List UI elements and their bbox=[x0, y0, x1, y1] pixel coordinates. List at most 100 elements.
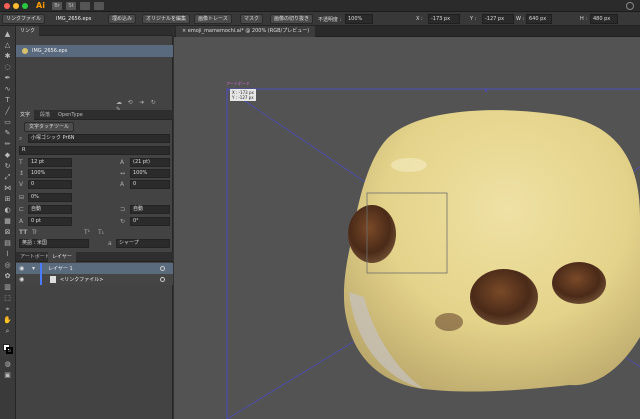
y-input[interactable]: -127 px bbox=[482, 14, 514, 24]
document-tab[interactable]: × emoji_mamemochi.ai* @ 200% (RGB/プレビュー) bbox=[176, 26, 316, 37]
image-trace-button[interactable]: 画像トレース bbox=[194, 14, 232, 24]
eyedropper-tool-icon[interactable]: ⌇ bbox=[3, 250, 12, 259]
font-family-select[interactable]: 小塚ゴシック Pr6N bbox=[28, 134, 170, 143]
selection-tool-icon[interactable]: ▲ bbox=[3, 30, 12, 39]
pen-tool-icon[interactable]: ✒ bbox=[3, 74, 12, 83]
mask-button[interactable]: マスク bbox=[240, 14, 264, 24]
layer-row[interactable]: ◉ ▾ レイヤー 1 bbox=[16, 263, 173, 274]
eye-icon[interactable]: ◉ bbox=[19, 265, 26, 272]
close-window-button[interactable] bbox=[4, 3, 10, 9]
rotate-tool-icon[interactable]: ↻ bbox=[3, 162, 12, 171]
tsume-input[interactable]: 0% bbox=[28, 193, 72, 202]
x-input[interactable]: -173 px bbox=[428, 14, 460, 24]
document-tab-title: emoji_mamemochi.ai* @ 200% (RGB/プレビュー) bbox=[187, 28, 310, 34]
superscript-button[interactable]: T¹ bbox=[84, 228, 90, 237]
mesh-tool-icon[interactable]: ⊠ bbox=[3, 228, 12, 237]
tracking-input[interactable]: 0 bbox=[130, 180, 170, 189]
antialias-select[interactable]: シャープ bbox=[116, 239, 170, 248]
workspace-icon[interactable] bbox=[80, 2, 90, 10]
small-caps-button[interactable]: Tr bbox=[32, 228, 37, 237]
aki-left-select[interactable]: 自動 bbox=[28, 205, 72, 214]
lasso-tool-icon[interactable]: ◌ bbox=[3, 63, 12, 72]
width-tool-icon[interactable]: ⋈ bbox=[3, 184, 12, 193]
arrange-icon[interactable] bbox=[94, 2, 104, 10]
search-icon[interactable] bbox=[626, 2, 634, 10]
slice-tool-icon[interactable]: ⌖ bbox=[3, 305, 12, 314]
layer-row[interactable]: ◉ <リンクファイル> bbox=[16, 274, 173, 285]
linked-filename[interactable]: IMG_2656.eps bbox=[56, 16, 91, 22]
go-to-link-icon[interactable]: ➜ bbox=[139, 99, 146, 106]
embed-button[interactable]: 埋め込み bbox=[108, 14, 137, 24]
relink-icon[interactable]: ⟲ bbox=[128, 99, 135, 106]
gradient-tool-icon[interactable]: ▤ bbox=[3, 239, 12, 248]
symbol-sprayer-tool-icon[interactable]: ✿ bbox=[3, 272, 12, 281]
rectangle-tool-icon[interactable]: ▭ bbox=[3, 118, 12, 127]
w-input[interactable]: 640 px bbox=[526, 14, 552, 24]
paintbrush-tool-icon[interactable]: ✎ bbox=[3, 129, 12, 138]
h-input[interactable]: 480 px bbox=[590, 14, 618, 24]
leading-input[interactable]: (21 pt) bbox=[130, 158, 170, 167]
baseline-shift-input[interactable]: 0 pt bbox=[28, 217, 72, 226]
hand-tool-icon[interactable]: ✋ bbox=[3, 316, 12, 325]
type-tool-icon[interactable]: T bbox=[3, 96, 12, 105]
mochi-highlight bbox=[391, 158, 427, 172]
line-tool-icon[interactable]: ╱ bbox=[3, 107, 12, 116]
zoom-window-button[interactable] bbox=[22, 3, 28, 9]
tab-character[interactable]: 文字 bbox=[16, 110, 35, 120]
pencil-tool-icon[interactable]: ✏ bbox=[3, 140, 12, 149]
link-item[interactable]: IMG_2656.eps bbox=[16, 45, 173, 57]
aki-right-select[interactable]: 自動 bbox=[130, 205, 170, 214]
artboard-tool-icon[interactable]: ⬚ bbox=[3, 294, 12, 303]
touch-type-tool-button[interactable]: 文字タッチツール bbox=[24, 122, 75, 132]
link-file-button[interactable]: リンクファイル bbox=[2, 14, 46, 24]
crop-image-button[interactable]: 画像の切り抜き bbox=[270, 14, 314, 24]
horizontal-scale-input[interactable]: 100% bbox=[130, 169, 170, 178]
shape-builder-tool-icon[interactable]: ◐ bbox=[3, 206, 12, 215]
canvas[interactable]: アートボード X : -173 px Y : -127 px bbox=[174, 37, 640, 419]
eye-icon[interactable]: ◉ bbox=[19, 276, 26, 283]
font-style-select[interactable]: R bbox=[19, 146, 170, 155]
opacity-input[interactable]: 100% bbox=[345, 14, 373, 24]
kerning-input[interactable]: 0 bbox=[28, 180, 72, 189]
stock-icon[interactable]: St bbox=[66, 2, 76, 10]
tab-links[interactable]: リンク bbox=[16, 26, 40, 36]
target-icon[interactable] bbox=[160, 277, 165, 282]
tab-opentype[interactable]: OpenType bbox=[54, 110, 87, 120]
scale-tool-icon[interactable]: ⤢ bbox=[3, 173, 12, 182]
curvature-tool-icon[interactable]: ∿ bbox=[3, 85, 12, 94]
character-rotation-input[interactable]: 0° bbox=[130, 217, 170, 226]
layer-name: <リンクファイル> bbox=[60, 277, 104, 283]
font-size-input[interactable]: 12 pt bbox=[28, 158, 72, 167]
magic-wand-tool-icon[interactable]: ✱ bbox=[3, 52, 12, 61]
horizontal-scale-icon: ↔ bbox=[120, 170, 126, 177]
subscript-button[interactable]: T₁ bbox=[98, 228, 104, 237]
free-transform-tool-icon[interactable]: ⊞ bbox=[3, 195, 12, 204]
bridge-icon[interactable]: Br bbox=[52, 2, 62, 10]
graph-tool-icon[interactable]: ▥ bbox=[3, 283, 12, 292]
all-caps-button[interactable]: TT bbox=[19, 228, 27, 237]
links-panel-footer: ☁ ⟲ ➜ ↻ ✎ bbox=[116, 99, 172, 113]
edit-original-button[interactable]: オリジナルを編集 bbox=[142, 14, 191, 24]
aki-right-icon: ⊐ bbox=[120, 206, 126, 213]
zoom-tool-icon[interactable]: ⌕ bbox=[3, 327, 12, 336]
eraser-tool-icon[interactable]: ◆ bbox=[3, 151, 12, 160]
y-label: Y : bbox=[470, 16, 477, 22]
stroke-color-swatch[interactable] bbox=[6, 347, 13, 354]
cloud-icon[interactable]: ☁ bbox=[116, 99, 123, 106]
vertical-scale-input[interactable]: 100% bbox=[28, 169, 72, 178]
expand-arrow-icon[interactable]: ▾ bbox=[32, 265, 35, 272]
blend-tool-icon[interactable]: ◎ bbox=[3, 261, 12, 270]
minimize-window-button[interactable] bbox=[13, 3, 19, 9]
tracking-icon: A bbox=[120, 181, 125, 188]
layers-panel-tabbar: アートボード レイヤー bbox=[16, 252, 173, 262]
artboard-label: アートボード bbox=[226, 81, 250, 86]
update-link-icon[interactable]: ↻ bbox=[151, 99, 158, 106]
screen-mode-icon[interactable]: ▣ bbox=[3, 371, 12, 380]
language-select[interactable]: 英語 : 米国 bbox=[19, 239, 89, 248]
perspective-grid-tool-icon[interactable]: ▦ bbox=[3, 217, 12, 226]
tab-layers[interactable]: レイヤー bbox=[48, 252, 76, 262]
direct-selection-tool-icon[interactable]: △ bbox=[3, 41, 12, 50]
draw-mode-icon[interactable]: ◍ bbox=[3, 360, 12, 369]
target-icon[interactable] bbox=[160, 266, 165, 271]
tab-paragraph[interactable]: 段落 bbox=[36, 110, 54, 120]
